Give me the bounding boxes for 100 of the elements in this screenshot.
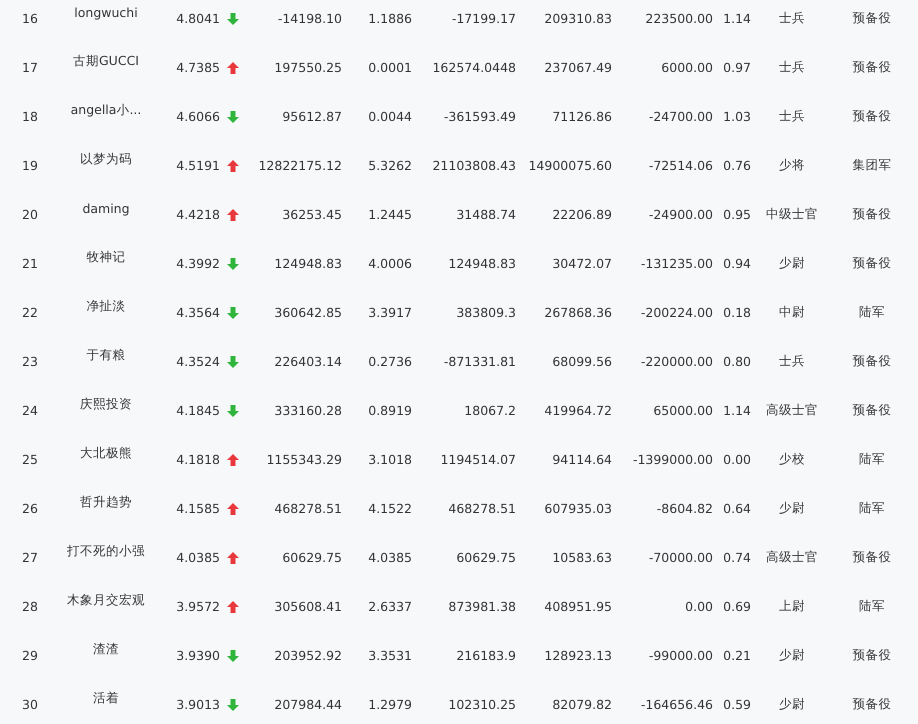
table-cell: 30472.07 [552,256,612,271]
name-cell: 庆熙投资 [80,396,132,413]
table-cell: 419964.72 [544,403,612,418]
table-cell: 1.2445 [368,207,412,222]
table-cell: 预备役 [852,206,892,223]
table-cell: 102310.25 [448,697,516,712]
score-cell: 4.6066 [176,109,220,124]
name-cell: 哲升趋势 [80,494,132,511]
score-cell: 4.1585 [176,501,220,516]
score-cell: 4.8041 [176,11,220,26]
name-cell: angella小... [70,102,142,119]
rank-cell: 16 [22,11,38,26]
table-cell: 65000.00 [653,403,713,418]
table-cell: 10583.63 [552,550,612,565]
table-cell: 0.97 [723,60,751,75]
rank-cell: 27 [22,550,38,565]
table-cell: -8604.82 [656,501,713,516]
name-cell: 打不死的小强 [67,543,145,560]
name-cell: 净扯淡 [86,298,126,315]
table-cell: 士兵 [779,10,805,27]
table-cell: 0.64 [723,501,751,516]
name-cell: 以梦为码 [80,151,132,168]
table-cell: 集团军 [852,157,892,174]
name-cell: 于有粮 [86,347,126,364]
table-cell: 预备役 [852,353,892,370]
table-cell: 预备役 [852,647,892,664]
table-cell: 上尉 [779,598,805,615]
rank-cell: 17 [22,60,38,75]
table-cell: 高级士官 [766,402,818,419]
table-cell: -871331.81 [444,354,516,369]
table-cell: 209310.83 [544,11,612,26]
rank-cell: 26 [22,501,38,516]
table-cell: 207984.44 [274,697,342,712]
table-cell: 12822175.12 [258,158,342,173]
rank-cell: 25 [22,452,38,467]
table-cell: -70000.00 [648,550,713,565]
name-cell: daming [82,201,130,216]
table-cell: 0.94 [723,256,751,271]
table-cell: 14900075.60 [528,158,612,173]
table-cell: 95612.87 [282,109,342,124]
name-cell: longwuchi [74,5,138,20]
table-cell: 197550.25 [274,60,342,75]
name-cell: 活着 [93,690,119,707]
table-cell: 4.1522 [368,501,412,516]
table-cell: 少尉 [779,647,805,664]
table-cell: 0.21 [723,648,751,663]
table-cell: 203952.92 [274,648,342,663]
table-cell: 0.00 [685,599,713,614]
table-cell: -1399000.00 [632,452,713,467]
table-cell: -99000.00 [648,648,713,663]
name-cell: 牧神记 [86,249,126,266]
table-cell: 305608.41 [274,599,342,614]
name-cell: 渣渣 [93,641,119,658]
table-cell: 5.3262 [368,158,412,173]
table-cell: 高级士官 [766,549,818,566]
table-cell: 0.0044 [368,109,412,124]
table-cell: -24900.00 [648,207,713,222]
table-cell: 士兵 [779,59,805,76]
table-cell: 预备役 [852,255,892,272]
table-cell: 6000.00 [661,60,713,75]
table-cell: 陆军 [859,500,885,517]
table-cell: -14198.10 [278,11,342,26]
table-cell: 3.3531 [368,648,412,663]
table-cell: 71126.86 [552,109,612,124]
table-cell: 360642.85 [274,305,342,320]
table-cell: 中级士官 [766,206,818,223]
rank-cell: 24 [22,403,38,418]
table-cell: 预备役 [852,549,892,566]
table-cell: 383809.3 [456,305,516,320]
table-cell: 0.95 [723,207,751,222]
table-cell: 607935.03 [544,501,612,516]
table-cell: -361593.49 [444,109,516,124]
table-cell: 少尉 [779,255,805,272]
table-cell: 0.80 [723,354,751,369]
table-cell: 0.76 [723,158,751,173]
table-cell: 36253.45 [282,207,342,222]
table-cell: 2.6337 [368,599,412,614]
table-cell: 0.00 [723,452,751,467]
table-cell: 82079.82 [552,697,612,712]
rank-cell: 23 [22,354,38,369]
score-cell: 4.1818 [176,452,220,467]
table-cell: 216183.9 [456,648,516,663]
name-cell: 大北极熊 [80,445,132,462]
rank-cell: 30 [22,697,38,712]
table-cell: 1.14 [723,403,751,418]
table-cell: 0.18 [723,305,751,320]
score-cell: 4.5191 [176,158,220,173]
table-cell: 少将 [779,157,805,174]
table-cell: 237067.49 [544,60,612,75]
name-cell: 古期GUCCI [73,53,139,70]
table-cell: 124948.83 [448,256,516,271]
table-cell: 68099.56 [552,354,612,369]
table-cell: 预备役 [852,59,892,76]
table-cell: 预备役 [852,10,892,27]
table-cell: -24700.00 [648,109,713,124]
table-cell: 94114.64 [552,452,612,467]
table-cell: 408951.95 [544,599,612,614]
table-cell: 士兵 [779,353,805,370]
table-cell: 18067.2 [464,403,516,418]
table-cell: 预备役 [852,402,892,419]
